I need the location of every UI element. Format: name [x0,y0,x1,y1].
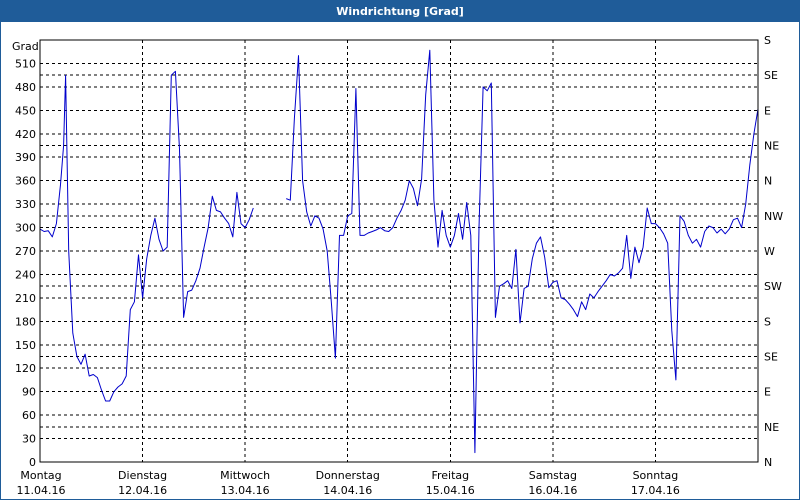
y-tick-label: 120 [15,362,36,375]
x-tick-date: 14.04.16 [323,484,372,497]
y-tick-label: 420 [15,128,36,141]
y-tick-label: 150 [15,339,36,352]
y-tick-label: 300 [15,222,36,235]
x-tick-date: 11.04.16 [17,484,66,497]
x-tick-weekday: Sonntag [633,469,679,482]
compass-label: E [764,386,771,399]
series-line [39,70,254,402]
compass-label: W [764,245,775,258]
y-tick-label: 60 [22,409,36,422]
x-tick-date: 16.04.16 [528,484,577,497]
wind-direction-chart: Grad 0 30 60 90 120 150 180 210 240 270 300 330 360 3… [12,34,783,497]
x-tick-weekday: Mittwoch [220,469,270,482]
compass-label: E [764,104,771,117]
y-axis-label: Grad [12,40,39,53]
compass-label: NW [764,210,783,223]
y-tick-label: 390 [15,151,36,164]
y-tick-label: 180 [15,315,36,328]
x-tick-date: 17.04.16 [631,484,680,497]
compass-label: N [764,175,772,188]
compass-label: N [764,456,772,469]
x-tick-weekday: Freitag [431,469,469,482]
x-tick-date: 12.04.16 [118,484,167,497]
y-tick-label: 510 [15,57,36,70]
compass-label: S [764,34,771,47]
compass-label: NE [764,421,779,434]
x-tick-date: 13.04.16 [221,484,270,497]
x-tick-weekday: Donnerstag [316,469,380,482]
compass-label: NE [764,140,779,153]
y-tick-label: 0 [29,456,36,469]
y-tick-label: 270 [15,245,36,258]
y-tick-label: 240 [15,268,36,281]
x-tick-weekday: Dienstag [118,469,167,482]
y-tick-label: 480 [15,81,36,94]
y-tick-label: 210 [15,292,36,305]
y-tick-label: 90 [22,386,36,399]
y-tick-label: 360 [15,175,36,188]
compass-label: SE [764,351,778,364]
y-tick-label: 330 [15,198,36,211]
y-tick-label: 30 [22,433,36,446]
compass-label: S [764,315,771,328]
x-tick-date: 15.04.16 [426,484,475,497]
compass-label: SW [764,280,782,293]
x-tick-weekday: Samstag [529,469,577,482]
y-tick-label: 450 [15,104,36,117]
compass-label: SE [764,69,778,82]
x-tick-weekday: Montag [20,469,61,482]
